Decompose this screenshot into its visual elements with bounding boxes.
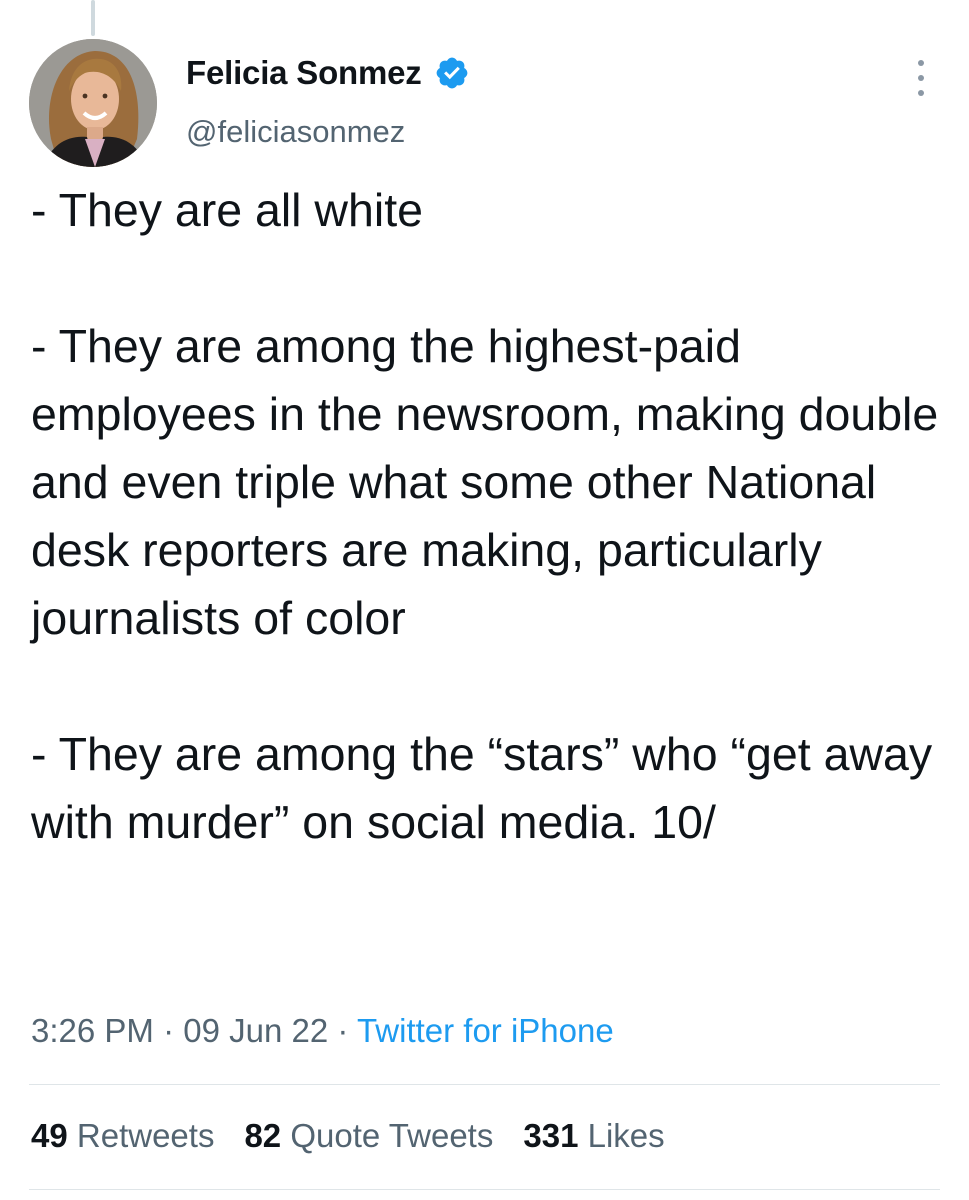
retweets-label: Retweets [76, 1117, 215, 1154]
thread-connector-line [91, 0, 95, 36]
avatar-photo [29, 39, 157, 167]
tweet-time[interactable]: 3:26 PM [31, 1012, 154, 1049]
divider [29, 1084, 940, 1085]
tweet-paragraph: - They are all white [31, 184, 423, 236]
likes-label: Likes [587, 1117, 665, 1154]
author-handle[interactable]: @feliciasonmez [186, 114, 405, 150]
avatar[interactable] [29, 39, 157, 167]
tweet-blank-line [31, 652, 956, 720]
tweet-paragraph: - They are among the highest-paid employ… [31, 320, 939, 644]
quote-tweets-stat[interactable]: 82 Quote Tweets [244, 1117, 493, 1155]
meta-separator: · [328, 1012, 357, 1049]
verified-badge-icon [436, 57, 467, 89]
tweet-paragraph: - They are among the “stars” who “get aw… [31, 728, 933, 848]
divider [29, 1189, 940, 1190]
meta-separator: · [153, 1012, 184, 1049]
tweet-blank-line [31, 244, 956, 312]
tweet-text: - They are all white - They are among th… [31, 176, 956, 856]
quote-tweets-label: Quote Tweets [290, 1117, 494, 1154]
more-vertical-icon[interactable] [906, 58, 936, 98]
tweet-date[interactable]: 09 Jun 22 [183, 1012, 328, 1049]
retweets-stat[interactable]: 49 Retweets [31, 1117, 214, 1155]
tweet-metadata: 3:26 PM · 09 Jun 22 · Twitter for iPhone [31, 1012, 614, 1050]
retweets-count: 49 [31, 1117, 68, 1154]
tweet-source-link[interactable]: Twitter for iPhone [357, 1012, 614, 1049]
author-display-name[interactable]: Felicia Sonmez [186, 54, 422, 92]
likes-stat[interactable]: 331 Likes [523, 1117, 664, 1155]
author-info: Felicia Sonmez [186, 54, 470, 92]
quote-tweets-count: 82 [244, 1117, 282, 1154]
likes-count: 331 [523, 1117, 579, 1154]
engagement-stats: 49 Retweets 82 Quote Tweets 331 Likes [31, 1117, 665, 1155]
